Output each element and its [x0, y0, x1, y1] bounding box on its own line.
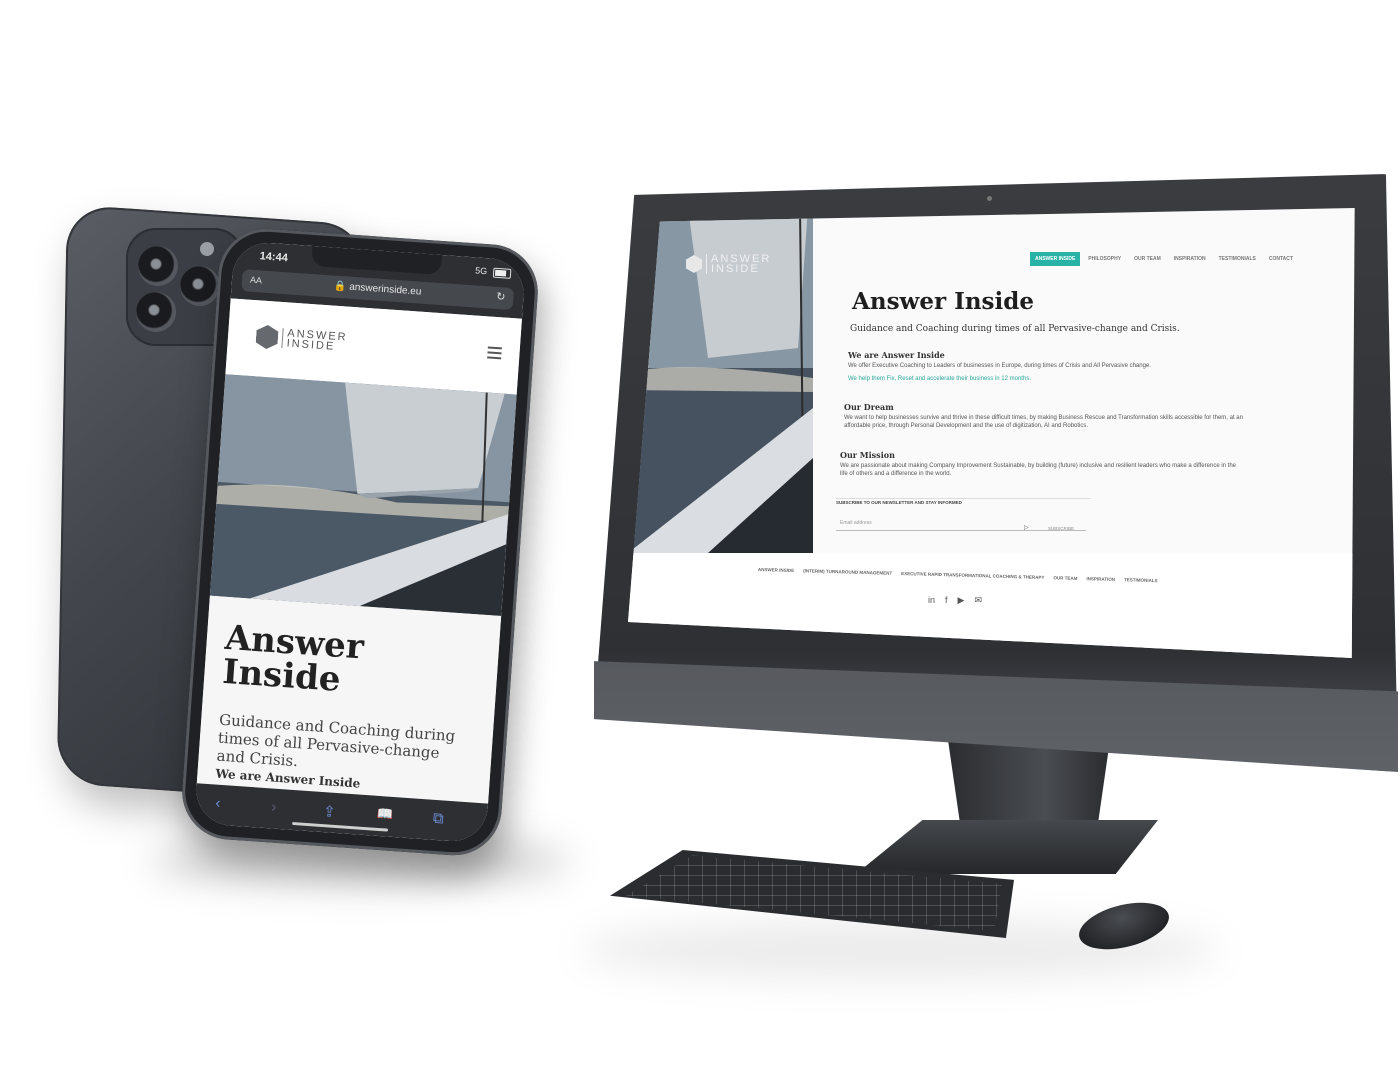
page-title-line-2: Inside [221, 651, 342, 700]
status-time: 14:44 [259, 250, 289, 265]
footer-link-turnaround[interactable]: (INTERIM) TURNAROUND MANAGEMENT [803, 568, 892, 575]
nav-item-contact[interactable]: CONTACT [1264, 252, 1298, 266]
nav-item-our-team[interactable]: OUR TEAM [1129, 252, 1166, 266]
battery-icon [492, 267, 512, 279]
url-text: 🔒 answerinside.eu [333, 280, 422, 298]
desktop-page-subtitle: Guidance and Coaching during times of al… [850, 324, 1180, 334]
section-highlight-we-are[interactable]: We help them Fix, Reset and accelerate t… [848, 376, 1031, 382]
webcam-icon [987, 196, 992, 201]
desktop-nav: ANSWER INSIDE PHILOSOPHY OUR TEAM INSPIRATI… [1030, 252, 1301, 266]
section-text-mission: We are passionate about making Company I… [840, 463, 1236, 477]
tabs-icon[interactable]: ⧉ [432, 810, 444, 828]
footer-link-answer-inside[interactable]: ANSWER INSIDE [758, 567, 794, 573]
divider [836, 498, 1091, 499]
nav-item-inspiration[interactable]: INSPIRATION [1169, 252, 1211, 266]
forward-icon[interactable]: › [271, 798, 277, 815]
share-icon[interactable]: ⇪ [323, 802, 337, 821]
section-heading-dream: Our Dream [844, 402, 894, 412]
camera-lens-icon [180, 266, 220, 306]
hero-content: Answer Inside Guidance and Coaching durin… [196, 595, 502, 804]
sailboat-illustration [209, 374, 517, 617]
url-value: answerinside.eu [348, 281, 422, 298]
newsletter-label: SUBSCRIBE TO OUR NEWSLETTER AND STAY INF… [836, 500, 962, 505]
home-indicator [292, 821, 389, 832]
social-links: in f ▶ ✉ [928, 595, 992, 606]
bookmarks-icon[interactable]: 📖 [377, 806, 394, 823]
phone-device: 14:44 5G AA 🔒 answerinside.eu ↻ ANSWER IN… [179, 225, 541, 859]
logo-text: ANSWER INSIDE [281, 327, 348, 353]
footer-link-inspiration[interactable]: INSPIRATION [1086, 576, 1115, 582]
logo-text: ANSWER INSIDE [706, 254, 771, 275]
youtube-icon[interactable]: ▶ [958, 595, 965, 605]
footer-link-our-team[interactable]: OUR TEAM [1053, 575, 1077, 581]
section-text-we-are: We offer Executive Coaching to Leaders o… [848, 363, 1151, 369]
back-icon[interactable]: ‹ [215, 795, 221, 812]
send-icon[interactable]: ▷ [1024, 524, 1029, 531]
monitor-stand-neck [948, 740, 1110, 830]
phone-notch [311, 245, 443, 275]
email-field[interactable]: Email address [840, 520, 872, 526]
subscribe-button[interactable]: SUBSCRIBE [1048, 526, 1074, 531]
footer-links: ANSWER INSIDE (INTERIM) TURNAROUND MANAGE… [758, 567, 1167, 583]
hero-image [209, 374, 517, 617]
camera-lens-icon [138, 246, 178, 286]
camera-flash-icon [200, 242, 214, 256]
page-title: Answer Inside [221, 618, 405, 701]
site-logo[interactable]: ANSWER INSIDE [255, 324, 348, 354]
footer-link-coaching[interactable]: EXECUTIVE RAPID TRANSFORMATIONAL COACHIN… [901, 571, 1044, 580]
logo-line-2: INSIDE [711, 263, 760, 275]
logo-line-2: INSIDE [286, 337, 336, 353]
logo-hex-icon [255, 324, 279, 349]
nav-item-philosophy[interactable]: PHILOSOPHY [1083, 252, 1126, 266]
status-network: 5G [474, 265, 488, 277]
facebook-icon[interactable]: f [945, 595, 948, 605]
section-heading-we-are: We are Answer Inside [848, 350, 945, 360]
desktop-site-logo[interactable]: ANSWER INSIDE [686, 254, 771, 275]
phone-screen: 14:44 5G AA 🔒 answerinside.eu ↻ ANSWER IN… [193, 240, 527, 844]
section-text-dream: We want to help businesses survive and t… [844, 415, 1243, 429]
linkedin-icon[interactable]: in [928, 595, 935, 605]
nav-item-testimonials[interactable]: TESTIMONIALS [1214, 252, 1261, 266]
footer-link-testimonials[interactable]: TESTIMONIALS [1124, 577, 1158, 583]
desktop-page-title: Answer Inside [852, 288, 1034, 315]
reload-icon[interactable]: ↻ [496, 290, 506, 304]
monitor-stand-base [856, 820, 1158, 874]
monitor-screen: ANSWER INSIDE ANSWER INSIDE PHILOSOPHY OUR … [628, 208, 1355, 658]
email-icon[interactable]: ✉ [974, 595, 982, 605]
nav-item-answer-inside[interactable]: ANSWER INSIDE [1030, 252, 1081, 266]
section-heading-mission: Our Mission [840, 450, 895, 460]
hamburger-menu-icon[interactable] [487, 346, 502, 362]
logo-hex-icon [686, 255, 702, 273]
camera-lens-icon [136, 292, 176, 332]
